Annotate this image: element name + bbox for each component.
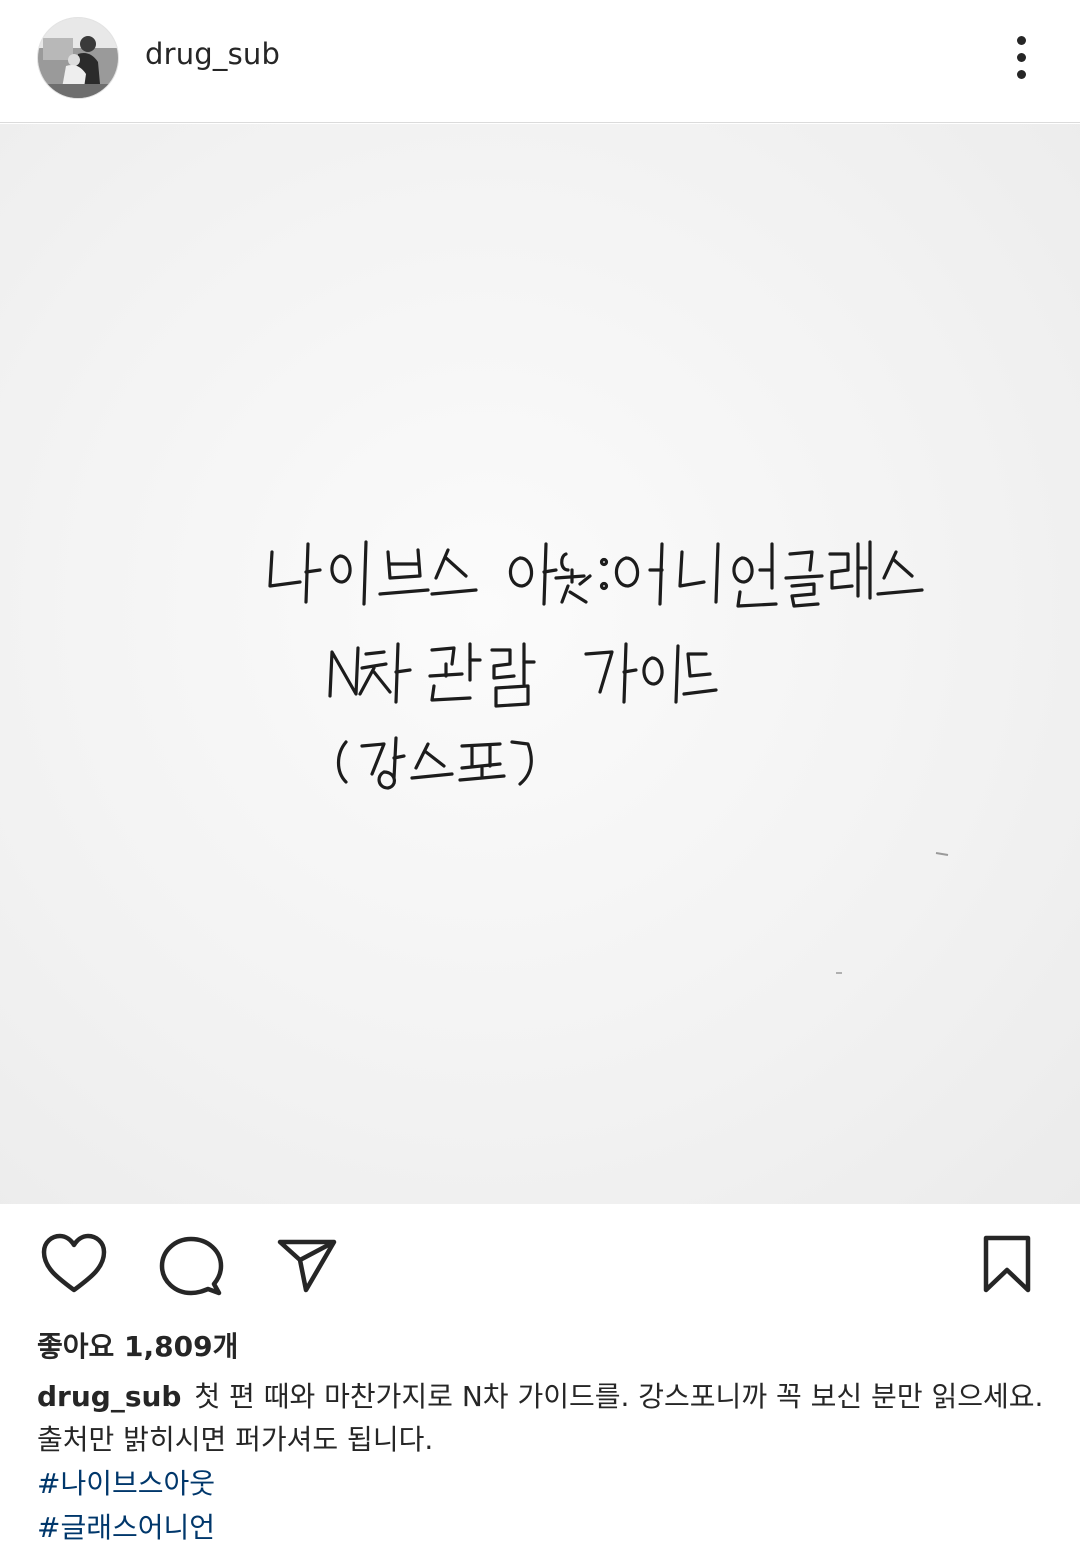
hashtag-link[interactable]: #글래스어니언 [37,1506,215,1546]
caption-username[interactable]: drug_sub [37,1380,181,1413]
handwritten-title-image [268,540,949,974]
more-vertical-icon-dot [1017,70,1026,79]
more-vertical-icon-dot [1017,53,1026,62]
header-username[interactable]: drug_sub [145,37,280,71]
send-icon [277,1239,337,1293]
action-bar [0,1204,1080,1324]
share-button[interactable] [276,1236,338,1296]
profile-photo [38,18,118,98]
bookmark-icon [983,1235,1031,1293]
post-image[interactable] [0,124,1080,1204]
comment-button[interactable] [158,1234,224,1300]
post-header: drug_sub [0,0,1080,123]
heart-icon [41,1233,107,1293]
comment-icon [159,1236,224,1296]
caption: drug_sub 첫 편 때와 마찬가지로 N차 가이드를. 강스포니까 꼭 보… [37,1375,1047,1461]
save-button[interactable] [982,1234,1032,1296]
likes-count[interactable]: 좋아요 1,809개 [37,1325,238,1365]
caption-text: 첫 편 때와 마찬가지로 N차 가이드를. 강스포니까 꼭 보신 분만 읽으세요… [37,1380,1044,1456]
like-button[interactable] [38,1232,110,1296]
more-vertical-icon [1017,36,1026,45]
hashtag-link[interactable]: #나이브스아웃 [37,1462,215,1502]
more-options-button[interactable] [1002,30,1042,86]
avatar[interactable] [37,17,119,99]
